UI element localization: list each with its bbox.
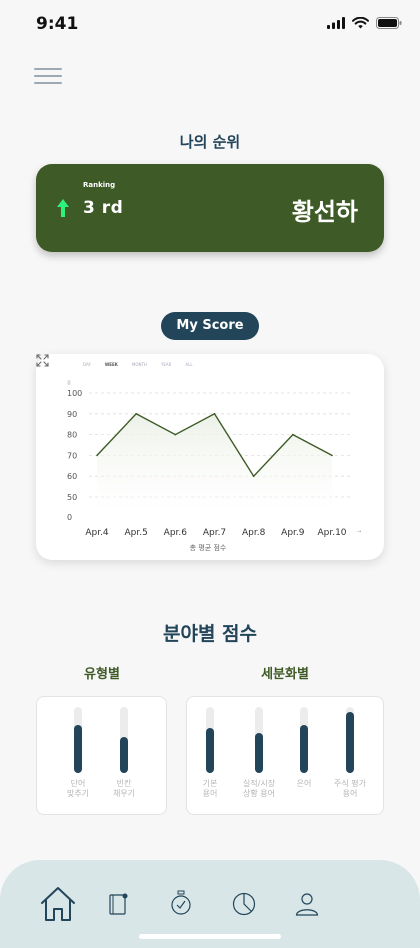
data-point-6 [331,454,333,457]
y-tick-100: 100 [67,389,82,398]
bar-track-1 [120,707,128,773]
x-tick-1: Apr.5 [124,528,147,538]
bar-fill-0 [206,728,214,773]
pie-chart-icon[interactable] [232,892,256,916]
x-tick-4: Apr.8 [242,528,266,538]
x-tick-6: Apr.10 [317,528,346,538]
score-area [97,413,332,517]
score-chart-card: DAY WEEK MONTH YEAR ALL 점 0 50 60 70 80 90 100 Apr.4… [36,354,384,560]
home-icon[interactable] [38,884,78,924]
x-axis-arrow: → [357,529,361,535]
timer-icon[interactable] [170,890,192,916]
y-tick-90: 90 [67,410,77,419]
ranking-value: 3 rd [83,198,124,218]
bar-track-3 [346,707,354,773]
battery-icon [376,17,402,29]
bar-fill-3 [346,711,354,773]
status-time: 9:41 [36,14,79,34]
profile-icon[interactable] [295,892,319,916]
data-point-2 [174,433,177,436]
data-point-1 [135,413,137,415]
y-unit-label: 점 [67,379,71,385]
bar-fill-1 [255,733,263,773]
bar-fill-2 [300,725,308,773]
ranking-card[interactable]: Ranking 3 rd 황선하 [36,164,384,252]
data-point-4 [252,475,255,477]
bar-label-3: 주식 평가 용어 [334,779,366,798]
data-point-3 [213,413,216,415]
arrow-up-icon [57,199,69,217]
status-bar: 9:41 [0,0,420,48]
type-bars-card: 단어 맞추기 빈칸 채우기 [36,696,167,815]
bar-label-1: 빈칸 채우기 [112,779,136,798]
y-tick-80: 80 [67,431,77,440]
detail-subtitle: 세분화별 [261,667,309,682]
status-icons [327,17,402,29]
y-tick-0: 0 [67,513,72,522]
x-tick-5: Apr.9 [281,528,305,538]
y-tick-70: 70 [67,451,77,460]
hamburger-menu-icon[interactable] [34,68,62,86]
data-point-5 [292,433,294,436]
detail-bars-card: 기본 용어 실적/시장 상황 용어 은어 주식 평가 용어 [186,696,384,815]
ranking-title: 나의 순위 [179,133,241,151]
bar-track-2 [300,707,308,773]
x-tick-0: Apr.4 [85,528,109,538]
x-tick-2: Apr.6 [164,528,188,538]
wifi-icon [352,17,369,29]
type-subtitle: 유형별 [84,667,120,682]
y-tick-50: 50 [67,493,77,502]
x-axis-label: 총 평균 점수 [190,543,227,552]
bar-fill-1 [120,736,128,773]
category-title: 분야별 점수 [162,623,257,645]
ranking-label: Ranking [83,181,116,189]
score-chart: 점 0 50 60 70 80 90 100 Apr.4 Apr.5 Apr.6 Apr.7 Apr.8… [67,379,361,552]
bar-fill-0 [74,725,82,773]
my-score-pill: My Score [161,312,259,340]
data-point-0 [96,454,98,457]
bar-track-0 [74,707,82,773]
notebook-icon[interactable] [108,892,130,916]
y-tick-60: 60 [67,472,77,481]
bar-track-1 [255,707,263,773]
bar-track-0 [206,707,214,773]
x-tick-3: Apr.7 [203,528,226,538]
home-indicator [139,934,281,939]
signal-icon [327,17,345,29]
user-name: 황선하 [291,198,358,226]
